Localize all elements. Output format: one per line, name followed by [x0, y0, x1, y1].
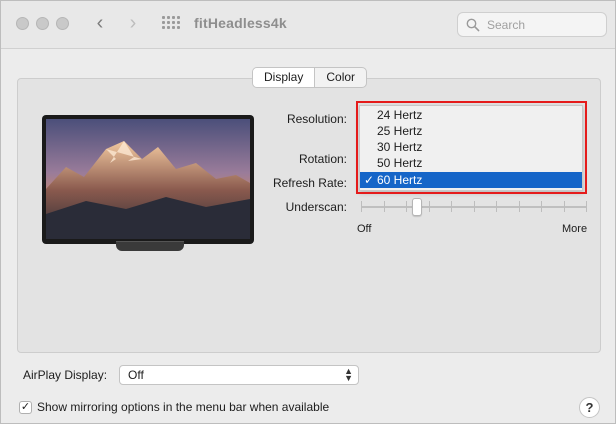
rotation-label: Rotation: [298, 152, 347, 166]
monitor-image [42, 115, 254, 244]
refresh-rate-menu: 24 Hertz 25 Hertz 30 Hertz 50 Hertz ✓ 60… [359, 105, 583, 191]
search-placeholder: Search [487, 18, 526, 32]
slider-tick [586, 201, 587, 212]
chevron-right-icon[interactable]: › [122, 12, 144, 34]
up-down-chevron-icon: ▲ ▼ [344, 366, 353, 383]
slider-tick [361, 201, 362, 212]
slider-tick [473, 201, 475, 212]
slider-tick [541, 201, 542, 212]
underscan-min-label: Off [357, 223, 372, 235]
slider-tick [518, 201, 520, 212]
menu-item-60-hertz[interactable]: ✓ 60 Hertz [360, 172, 582, 188]
zoom-window-button[interactable] [56, 17, 69, 30]
menu-item-label: 30 Hertz [377, 140, 423, 154]
slider-tick [428, 201, 430, 212]
mirroring-checkbox[interactable]: ✓ [19, 401, 32, 414]
underscan-slider-knob[interactable] [412, 198, 423, 216]
monitor-stand [116, 241, 184, 251]
wallpaper-image [46, 119, 250, 239]
help-button[interactable]: ? [579, 397, 600, 418]
segmented-tabs: Display Color [252, 67, 368, 88]
slider-tick [383, 201, 385, 212]
tab-color[interactable]: Color [315, 68, 366, 87]
search-input[interactable]: Search [457, 12, 607, 37]
airplay-display-value: Off [128, 368, 144, 382]
search-icon [466, 18, 480, 32]
slider-tick [406, 201, 407, 212]
airplay-display-label: AirPlay Display: [23, 368, 108, 382]
slider-tick [451, 201, 452, 212]
underscan-max-label: More [562, 223, 588, 235]
menu-item-label: 24 Hertz [377, 108, 423, 122]
menu-item-30-hertz[interactable]: 30 Hertz [360, 139, 582, 155]
minimize-window-button[interactable] [36, 17, 49, 30]
system-preferences-window: ‹ › fitHeadless4k Search Display Color R… [0, 0, 616, 424]
menu-item-24-hertz[interactable]: 24 Hertz [360, 107, 582, 123]
chevron-left-icon[interactable]: ‹ [89, 12, 111, 34]
close-window-button[interactable] [16, 17, 29, 30]
resolution-label: Resolution: [286, 112, 347, 126]
menu-item-label: 25 Hertz [377, 124, 423, 138]
window-title: fitHeadless4k [194, 15, 287, 31]
title-bar: ‹ › fitHeadless4k Search [1, 1, 615, 49]
menu-item-label: 60 Hertz [377, 173, 423, 187]
menu-item-label: 50 Hertz [377, 156, 423, 170]
grid-icon[interactable] [162, 16, 180, 30]
mirroring-checkbox-label: Show mirroring options in the menu bar w… [37, 400, 330, 414]
slider-tick [496, 201, 497, 212]
menu-item-50-hertz[interactable]: 50 Hertz [360, 155, 582, 171]
refresh-rate-label: Refresh Rate: [272, 176, 347, 190]
tab-display[interactable]: Display [253, 68, 316, 87]
slider-tick [563, 201, 565, 212]
airplay-display-select[interactable]: Off ▲ ▼ [119, 365, 359, 385]
checkmark-icon: ✓ [364, 173, 375, 187]
underscan-label: Underscan: [285, 200, 347, 214]
menu-item-25-hertz[interactable]: 25 Hertz [360, 123, 582, 139]
